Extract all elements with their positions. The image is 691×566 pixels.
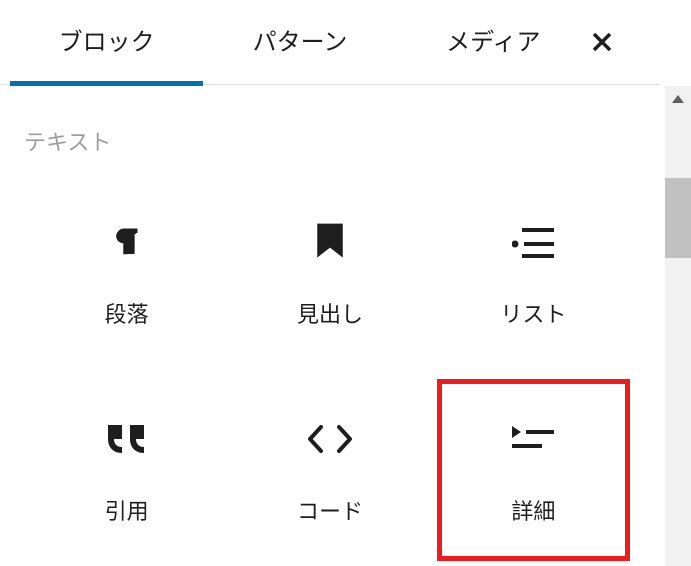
close-icon <box>590 30 614 54</box>
blocks-grid: 段落 見出し リスト 引用 コード <box>0 187 660 561</box>
block-label: 詳細 <box>511 494 555 526</box>
tabs-bar: ブロック パターン メディア <box>0 0 660 85</box>
tab-block[interactable]: ブロック <box>10 0 203 85</box>
block-heading[interactable]: 見出し <box>233 187 426 359</box>
tab-media[interactable]: メディア <box>397 0 590 85</box>
block-list[interactable]: リスト <box>437 187 630 359</box>
block-label: 引用 <box>105 494 149 526</box>
block-label: 見出し <box>297 297 363 329</box>
block-inserter-panel: ブロック パターン メディア テキスト 段落 見出し リスト <box>0 0 660 566</box>
scroll-thumb[interactable] <box>665 178 691 258</box>
heading-icon <box>313 217 347 267</box>
code-icon <box>307 414 353 464</box>
close-button[interactable] <box>590 30 650 54</box>
tab-pattern[interactable]: パターン <box>203 0 396 85</box>
block-label: コード <box>297 494 363 526</box>
section-title-text: テキスト <box>0 85 660 187</box>
scroll-up-arrow-icon[interactable] <box>665 86 691 112</box>
scrollbar[interactable] <box>665 86 691 566</box>
block-paragraph[interactable]: 段落 <box>30 187 223 359</box>
block-details[interactable]: 詳細 <box>437 379 630 561</box>
paragraph-icon <box>109 217 145 267</box>
block-code[interactable]: コード <box>233 379 426 561</box>
block-label: リスト <box>500 297 566 329</box>
details-icon <box>512 414 554 464</box>
block-label: 段落 <box>105 297 149 329</box>
list-icon <box>512 217 554 267</box>
block-quote[interactable]: 引用 <box>30 379 223 561</box>
quote-icon <box>106 414 148 464</box>
